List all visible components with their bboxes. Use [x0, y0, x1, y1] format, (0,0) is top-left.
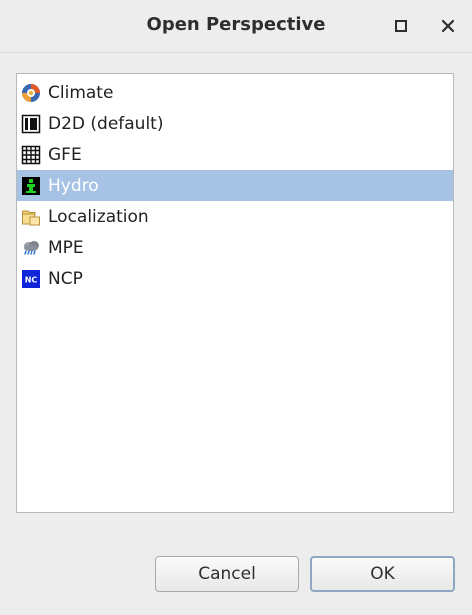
close-button[interactable] — [436, 14, 460, 38]
list-item-localization[interactable]: Localization — [17, 201, 453, 232]
ncp-icon: NC — [20, 268, 42, 290]
list-item-label: D2D (default) — [48, 113, 164, 134]
hydro-icon — [20, 175, 42, 197]
localization-folder-icon — [20, 206, 42, 228]
maximize-button[interactable] — [389, 14, 413, 38]
list-item-label: Hydro — [48, 175, 99, 196]
list-item-ncp[interactable]: NC NCP — [17, 263, 453, 294]
list-item-d2d[interactable]: D2D (default) — [17, 108, 453, 139]
mpe-cloud-icon — [20, 237, 42, 259]
d2d-icon — [20, 113, 42, 135]
list-item-label: Localization — [48, 206, 149, 227]
perspective-list[interactable]: Climate D2D (default) GFE Hydro Localiza… — [16, 73, 454, 513]
ok-button[interactable]: OK — [310, 556, 455, 592]
list-item-label: MPE — [48, 237, 84, 258]
maximize-icon — [395, 20, 407, 32]
list-item-mpe[interactable]: MPE — [17, 232, 453, 263]
list-item-hydro[interactable]: Hydro — [17, 170, 453, 201]
list-item-label: NCP — [48, 268, 83, 289]
close-icon — [441, 19, 455, 33]
list-item-climate[interactable]: Climate — [17, 77, 453, 108]
climate-icon — [20, 82, 42, 104]
list-item-label: Climate — [48, 82, 114, 103]
cancel-button[interactable]: Cancel — [155, 556, 299, 592]
gfe-grid-icon — [20, 144, 42, 166]
list-item-label: GFE — [48, 144, 82, 165]
svg-text:NC: NC — [25, 275, 38, 284]
list-item-gfe[interactable]: GFE — [17, 139, 453, 170]
open-perspective-dialog: Open Perspective Climate D2D (default) G… — [0, 0, 472, 615]
title-bar: Open Perspective — [0, 0, 472, 53]
